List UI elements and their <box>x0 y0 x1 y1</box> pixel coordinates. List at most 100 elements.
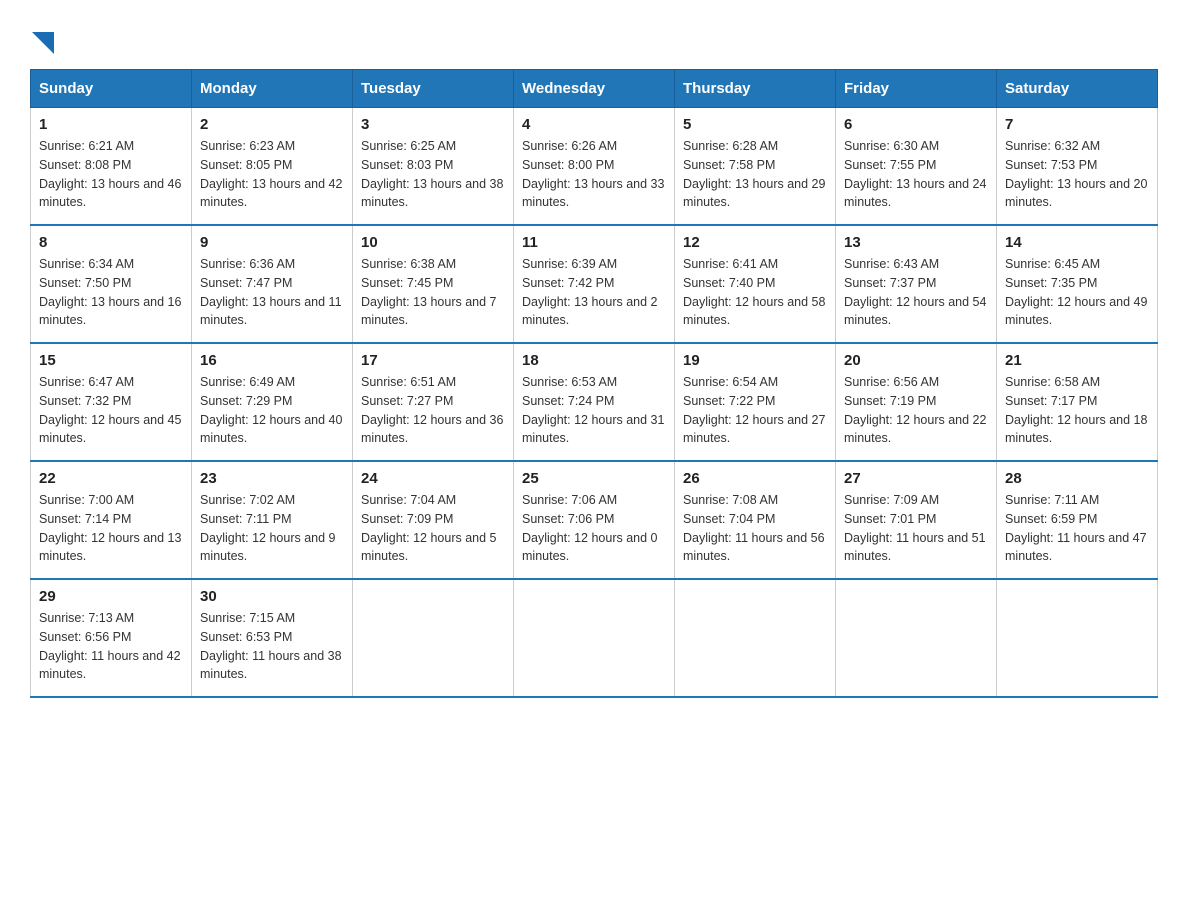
day-info: Sunrise: 6:41 AMSunset: 7:40 PMDaylight:… <box>683 255 827 330</box>
weekday-header-thursday: Thursday <box>675 70 836 108</box>
day-info: Sunrise: 6:53 AMSunset: 7:24 PMDaylight:… <box>522 373 666 448</box>
day-number: 19 <box>683 352 827 369</box>
day-info: Sunrise: 6:51 AMSunset: 7:27 PMDaylight:… <box>361 373 505 448</box>
day-number: 3 <box>361 116 505 133</box>
calendar-cell: 30 Sunrise: 7:15 AMSunset: 6:53 PMDayligh… <box>192 579 353 697</box>
day-number: 2 <box>200 116 344 133</box>
day-number: 6 <box>844 116 988 133</box>
weekday-header-sunday: Sunday <box>31 70 192 108</box>
calendar-cell: 23 Sunrise: 7:02 AMSunset: 7:11 PMDayligh… <box>192 461 353 579</box>
day-number: 12 <box>683 234 827 251</box>
calendar-week-row: 8 Sunrise: 6:34 AMSunset: 7:50 PMDaylight… <box>31 225 1158 343</box>
day-info: Sunrise: 6:54 AMSunset: 7:22 PMDaylight:… <box>683 373 827 448</box>
day-number: 15 <box>39 352 183 369</box>
calendar-cell: 2 Sunrise: 6:23 AMSunset: 8:05 PMDaylight… <box>192 108 353 226</box>
day-number: 24 <box>361 470 505 487</box>
day-info: Sunrise: 6:34 AMSunset: 7:50 PMDaylight:… <box>39 255 183 330</box>
calendar-cell: 15 Sunrise: 6:47 AMSunset: 7:32 PMDayligh… <box>31 343 192 461</box>
day-number: 30 <box>200 588 344 605</box>
calendar-table: SundayMondayTuesdayWednesdayThursdayFrid… <box>30 69 1158 698</box>
day-number: 25 <box>522 470 666 487</box>
day-info: Sunrise: 7:11 AMSunset: 6:59 PMDaylight:… <box>1005 491 1149 566</box>
calendar-cell: 24 Sunrise: 7:04 AMSunset: 7:09 PMDayligh… <box>353 461 514 579</box>
day-info: Sunrise: 7:15 AMSunset: 6:53 PMDaylight:… <box>200 609 344 684</box>
weekday-header-friday: Friday <box>836 70 997 108</box>
day-info: Sunrise: 6:39 AMSunset: 7:42 PMDaylight:… <box>522 255 666 330</box>
calendar-cell: 25 Sunrise: 7:06 AMSunset: 7:06 PMDayligh… <box>514 461 675 579</box>
weekday-header-tuesday: Tuesday <box>353 70 514 108</box>
calendar-cell: 29 Sunrise: 7:13 AMSunset: 6:56 PMDayligh… <box>31 579 192 697</box>
calendar-cell: 17 Sunrise: 6:51 AMSunset: 7:27 PMDayligh… <box>353 343 514 461</box>
day-info: Sunrise: 6:23 AMSunset: 8:05 PMDaylight:… <box>200 137 344 212</box>
calendar-cell: 3 Sunrise: 6:25 AMSunset: 8:03 PMDaylight… <box>353 108 514 226</box>
day-info: Sunrise: 7:06 AMSunset: 7:06 PMDaylight:… <box>522 491 666 566</box>
page-header <box>30 20 1158 59</box>
day-number: 17 <box>361 352 505 369</box>
calendar-body: 1 Sunrise: 6:21 AMSunset: 8:08 PMDaylight… <box>31 108 1158 698</box>
day-info: Sunrise: 7:04 AMSunset: 7:09 PMDaylight:… <box>361 491 505 566</box>
day-info: Sunrise: 6:49 AMSunset: 7:29 PMDaylight:… <box>200 373 344 448</box>
calendar-cell: 4Sunrise: 6:26 AMSunset: 8:00 PMDaylight… <box>514 108 675 226</box>
day-number: 21 <box>1005 352 1149 369</box>
day-info: Sunrise: 6:43 AMSunset: 7:37 PMDaylight:… <box>844 255 988 330</box>
calendar-cell: 8 Sunrise: 6:34 AMSunset: 7:50 PMDaylight… <box>31 225 192 343</box>
calendar-cell: 18 Sunrise: 6:53 AMSunset: 7:24 PMDayligh… <box>514 343 675 461</box>
calendar-week-row: 15 Sunrise: 6:47 AMSunset: 7:32 PMDayligh… <box>31 343 1158 461</box>
day-info: Sunrise: 6:58 AMSunset: 7:17 PMDaylight:… <box>1005 373 1149 448</box>
day-info: Sunrise: 7:09 AMSunset: 7:01 PMDaylight:… <box>844 491 988 566</box>
calendar-cell <box>353 579 514 697</box>
calendar-cell: 16Sunrise: 6:49 AMSunset: 7:29 PMDayligh… <box>192 343 353 461</box>
day-info: Sunrise: 6:28 AMSunset: 7:58 PMDaylight:… <box>683 137 827 212</box>
calendar-header: SundayMondayTuesdayWednesdayThursdayFrid… <box>31 70 1158 108</box>
day-number: 5 <box>683 116 827 133</box>
day-info: Sunrise: 6:32 AMSunset: 7:53 PMDaylight:… <box>1005 137 1149 212</box>
day-info: Sunrise: 6:47 AMSunset: 7:32 PMDaylight:… <box>39 373 183 448</box>
calendar-cell <box>836 579 997 697</box>
day-info: Sunrise: 7:13 AMSunset: 6:56 PMDaylight:… <box>39 609 183 684</box>
day-number: 29 <box>39 588 183 605</box>
day-info: Sunrise: 6:36 AMSunset: 7:47 PMDaylight:… <box>200 255 344 330</box>
day-info: Sunrise: 6:26 AMSunset: 8:00 PMDaylight:… <box>522 137 666 212</box>
day-number: 8 <box>39 234 183 251</box>
calendar-cell: 19 Sunrise: 6:54 AMSunset: 7:22 PMDayligh… <box>675 343 836 461</box>
calendar-cell: 26Sunrise: 7:08 AMSunset: 7:04 PMDayligh… <box>675 461 836 579</box>
logo-triangle-icon <box>32 32 54 54</box>
calendar-cell: 28Sunrise: 7:11 AMSunset: 6:59 PMDayligh… <box>997 461 1158 579</box>
day-number: 1 <box>39 116 183 133</box>
calendar-cell: 9 Sunrise: 6:36 AMSunset: 7:47 PMDaylight… <box>192 225 353 343</box>
day-number: 7 <box>1005 116 1149 133</box>
calendar-cell: 1 Sunrise: 6:21 AMSunset: 8:08 PMDaylight… <box>31 108 192 226</box>
calendar-cell <box>675 579 836 697</box>
day-info: Sunrise: 6:30 AMSunset: 7:55 PMDaylight:… <box>844 137 988 212</box>
calendar-week-row: 1 Sunrise: 6:21 AMSunset: 8:08 PMDaylight… <box>31 108 1158 226</box>
calendar-cell <box>514 579 675 697</box>
day-number: 11 <box>522 234 666 251</box>
day-number: 23 <box>200 470 344 487</box>
calendar-cell: 12 Sunrise: 6:41 AMSunset: 7:40 PMDayligh… <box>675 225 836 343</box>
day-info: Sunrise: 7:08 AMSunset: 7:04 PMDaylight:… <box>683 491 827 566</box>
day-number: 10 <box>361 234 505 251</box>
day-info: Sunrise: 6:21 AMSunset: 8:08 PMDaylight:… <box>39 137 183 212</box>
calendar-cell: 7 Sunrise: 6:32 AMSunset: 7:53 PMDaylight… <box>997 108 1158 226</box>
calendar-cell: 6 Sunrise: 6:30 AMSunset: 7:55 PMDaylight… <box>836 108 997 226</box>
weekday-header-monday: Monday <box>192 70 353 108</box>
calendar-week-row: 22Sunrise: 7:00 AMSunset: 7:14 PMDayligh… <box>31 461 1158 579</box>
day-info: Sunrise: 6:45 AMSunset: 7:35 PMDaylight:… <box>1005 255 1149 330</box>
day-info: Sunrise: 7:00 AMSunset: 7:14 PMDaylight:… <box>39 491 183 566</box>
day-number: 14 <box>1005 234 1149 251</box>
day-info: Sunrise: 7:02 AMSunset: 7:11 PMDaylight:… <box>200 491 344 566</box>
calendar-cell: 5 Sunrise: 6:28 AMSunset: 7:58 PMDaylight… <box>675 108 836 226</box>
day-info: Sunrise: 6:38 AMSunset: 7:45 PMDaylight:… <box>361 255 505 330</box>
calendar-week-row: 29 Sunrise: 7:13 AMSunset: 6:56 PMDayligh… <box>31 579 1158 697</box>
weekday-header-row: SundayMondayTuesdayWednesdayThursdayFrid… <box>31 70 1158 108</box>
day-number: 27 <box>844 470 988 487</box>
calendar-cell: 27 Sunrise: 7:09 AMSunset: 7:01 PMDayligh… <box>836 461 997 579</box>
day-number: 13 <box>844 234 988 251</box>
day-info: Sunrise: 6:56 AMSunset: 7:19 PMDaylight:… <box>844 373 988 448</box>
calendar-cell: 13 Sunrise: 6:43 AMSunset: 7:37 PMDayligh… <box>836 225 997 343</box>
calendar-cell: 20Sunrise: 6:56 AMSunset: 7:19 PMDayligh… <box>836 343 997 461</box>
day-info: Sunrise: 6:25 AMSunset: 8:03 PMDaylight:… <box>361 137 505 212</box>
day-number: 9 <box>200 234 344 251</box>
day-number: 18 <box>522 352 666 369</box>
calendar-cell: 14 Sunrise: 6:45 AMSunset: 7:35 PMDayligh… <box>997 225 1158 343</box>
